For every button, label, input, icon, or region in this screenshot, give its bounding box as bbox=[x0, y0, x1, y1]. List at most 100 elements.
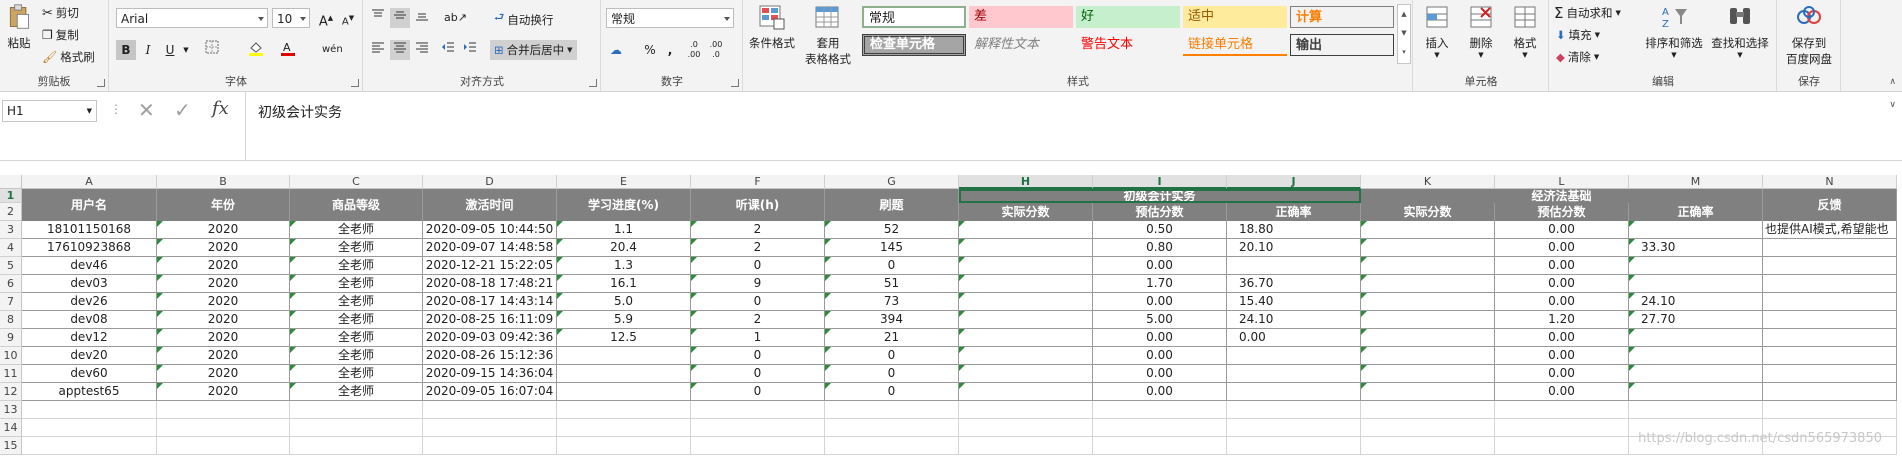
cell-i9[interactable]: 0.00 bbox=[1093, 329, 1227, 347]
cell-g6[interactable]: 51 bbox=[825, 275, 959, 293]
column-header-c[interactable]: C bbox=[290, 175, 423, 189]
orientation-button[interactable]: ab↗ bbox=[444, 8, 467, 28]
cell-e6[interactable]: 16.1 bbox=[557, 275, 691, 293]
format-button[interactable]: 格式 ▼ bbox=[1504, 4, 1546, 59]
empty-cell[interactable] bbox=[290, 401, 423, 419]
header-progress[interactable]: 学习进度(%) bbox=[557, 189, 691, 221]
cell-h12[interactable] bbox=[959, 383, 1093, 401]
cell-d8[interactable]: 2020-08-25 16:11:09 bbox=[423, 311, 557, 329]
copy-button[interactable]: ❐ 复制 bbox=[42, 27, 79, 43]
insert-function-button[interactable]: fx bbox=[212, 98, 229, 119]
cell-f3[interactable]: 2 bbox=[691, 221, 825, 239]
column-header-h[interactable]: H bbox=[959, 175, 1093, 189]
cell-i6[interactable]: 1.70 bbox=[1093, 275, 1227, 293]
cell-i7[interactable]: 0.00 bbox=[1093, 293, 1227, 311]
row-header-4[interactable]: 4 bbox=[0, 239, 22, 257]
cell-i4[interactable]: 0.80 bbox=[1093, 239, 1227, 257]
cell-d11[interactable]: 2020-09-15 14:36:04 bbox=[423, 365, 557, 383]
empty-cell[interactable] bbox=[825, 437, 959, 455]
cell-j11[interactable] bbox=[1227, 365, 1361, 383]
header-feedback[interactable]: 反馈 bbox=[1763, 189, 1897, 221]
cell-b10[interactable]: 2020 bbox=[157, 347, 290, 365]
cell-k9[interactable] bbox=[1361, 329, 1495, 347]
empty-cell[interactable] bbox=[290, 419, 423, 437]
header-year[interactable]: 年份 bbox=[157, 189, 290, 221]
comma-button[interactable]: , bbox=[660, 40, 680, 60]
sort-filter-button[interactable]: A Z 排序和筛选 ▼ bbox=[1642, 4, 1706, 59]
select-all-corner[interactable] bbox=[0, 175, 22, 189]
cell-j3[interactable]: 18.80 bbox=[1227, 221, 1361, 239]
empty-cell[interactable] bbox=[22, 437, 157, 455]
cell-b5[interactable]: 2020 bbox=[157, 257, 290, 275]
cell-g11[interactable]: 0 bbox=[825, 365, 959, 383]
cell-c5[interactable]: 全老师 bbox=[290, 257, 423, 275]
cell-j10[interactable] bbox=[1227, 347, 1361, 365]
cell-c6[interactable]: 全老师 bbox=[290, 275, 423, 293]
formula-input[interactable]: 初级会计实务 bbox=[245, 92, 1902, 160]
cell-n9[interactable] bbox=[1763, 329, 1897, 347]
empty-cell[interactable] bbox=[423, 437, 557, 455]
header-actual[interactable]: 实际分数 bbox=[1361, 203, 1495, 221]
empty-cell[interactable] bbox=[959, 401, 1093, 419]
cell-d6[interactable]: 2020-08-18 17:48:21 bbox=[423, 275, 557, 293]
cell-f12[interactable]: 0 bbox=[691, 383, 825, 401]
cell-c12[interactable]: 全老师 bbox=[290, 383, 423, 401]
bold-button[interactable]: B bbox=[116, 40, 136, 60]
row-header-10[interactable]: 10 bbox=[0, 347, 22, 365]
percent-button[interactable]: % bbox=[640, 40, 660, 60]
number-launcher[interactable] bbox=[731, 79, 739, 87]
empty-cell[interactable] bbox=[959, 419, 1093, 437]
cell-l11[interactable]: 0.00 bbox=[1495, 365, 1629, 383]
cell-m12[interactable] bbox=[1629, 383, 1763, 401]
row-header-7[interactable]: 7 bbox=[0, 293, 22, 311]
header-estimate[interactable]: 预估分数 bbox=[1093, 203, 1227, 221]
cell-n6[interactable] bbox=[1763, 275, 1897, 293]
cell-c3[interactable]: 全老师 bbox=[290, 221, 423, 239]
cell-n3[interactable]: 也提供AI模式,希望能也 bbox=[1763, 221, 1897, 239]
cell-i12[interactable]: 0.00 bbox=[1093, 383, 1227, 401]
increase-decimal-button[interactable]: .0.00 bbox=[684, 40, 704, 60]
empty-cell[interactable] bbox=[1361, 419, 1495, 437]
column-header-e[interactable]: E bbox=[557, 175, 691, 189]
cell-n7[interactable] bbox=[1763, 293, 1897, 311]
cell-h8[interactable] bbox=[959, 311, 1093, 329]
cell-k10[interactable] bbox=[1361, 347, 1495, 365]
cell-k11[interactable] bbox=[1361, 365, 1495, 383]
format-painter-button[interactable]: 🖌 格式刷 bbox=[42, 49, 95, 65]
empty-cell[interactable] bbox=[1361, 437, 1495, 455]
cell-h7[interactable] bbox=[959, 293, 1093, 311]
cell-d4[interactable]: 2020-09-07 14:48:58 bbox=[423, 239, 557, 257]
row-header-14[interactable]: 14 bbox=[0, 419, 22, 437]
format-as-table-button[interactable]: 套用 表格格式 bbox=[802, 4, 854, 67]
column-header-n[interactable]: N bbox=[1763, 175, 1897, 189]
header-activated[interactable]: 激活时间 bbox=[423, 189, 557, 221]
cell-g8[interactable]: 394 bbox=[825, 311, 959, 329]
clipboard-launcher[interactable] bbox=[97, 79, 105, 87]
cell-f11[interactable]: 0 bbox=[691, 365, 825, 383]
cell-k7[interactable] bbox=[1361, 293, 1495, 311]
cell-j8[interactable]: 24.10 bbox=[1227, 311, 1361, 329]
row-header-12[interactable]: 12 bbox=[0, 383, 22, 401]
cell-c7[interactable]: 全老师 bbox=[290, 293, 423, 311]
cell-g7[interactable]: 73 bbox=[825, 293, 959, 311]
empty-cell[interactable] bbox=[157, 437, 290, 455]
empty-cell[interactable] bbox=[1495, 437, 1629, 455]
column-header-l[interactable]: L bbox=[1495, 175, 1629, 189]
insert-button[interactable]: 插入 ▼ bbox=[1416, 4, 1458, 59]
style-linked-cell[interactable]: 链接单元格 bbox=[1183, 34, 1287, 56]
cell-e4[interactable]: 20.4 bbox=[557, 239, 691, 257]
cell-b8[interactable]: 2020 bbox=[157, 311, 290, 329]
header-actual[interactable]: 实际分数 bbox=[959, 203, 1093, 221]
collapse-ribbon-icon[interactable]: ∧ bbox=[1889, 77, 1896, 87]
empty-cell[interactable] bbox=[22, 401, 157, 419]
decrease-indent-button[interactable] bbox=[438, 40, 458, 60]
cell-h6[interactable] bbox=[959, 275, 1093, 293]
cell-l12[interactable]: 0.00 bbox=[1495, 383, 1629, 401]
empty-cell[interactable] bbox=[423, 401, 557, 419]
cell-e8[interactable]: 5.9 bbox=[557, 311, 691, 329]
row-header-1[interactable]: 1 bbox=[0, 189, 22, 203]
empty-cell[interactable] bbox=[157, 401, 290, 419]
cut-button[interactable]: ✂ 剪切 bbox=[42, 5, 79, 21]
decrease-decimal-button[interactable]: .00.0 bbox=[706, 40, 726, 60]
cell-m4[interactable]: 33.30 bbox=[1629, 239, 1763, 257]
